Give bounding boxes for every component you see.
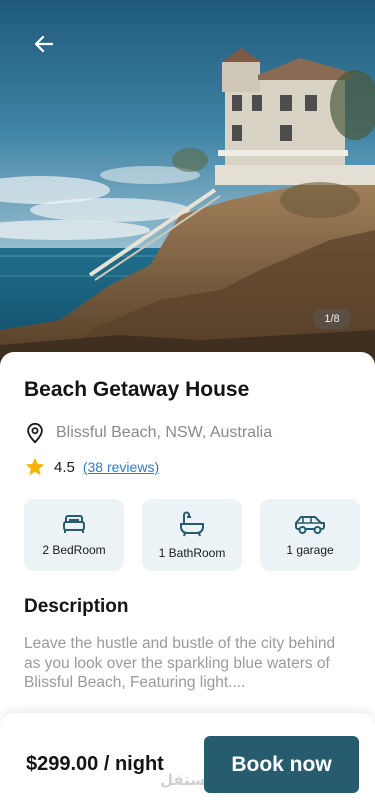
description-heading: Description: [24, 596, 129, 617]
price-per-night: $299.00 / night: [26, 753, 164, 775]
feature-bedroom: 2 BedRoom: [24, 499, 124, 571]
bathtub-icon: [180, 511, 204, 537]
rating-row: 4.5 (38 reviews): [24, 456, 159, 478]
feature-label-garage: 1 garage: [286, 543, 334, 557]
reviews-link[interactable]: (38 reviews): [83, 459, 159, 475]
arrow-left-icon: [35, 36, 53, 52]
car-icon: [295, 516, 325, 534]
features-row: 2 BedRoom 1 BathRoom 1 garage: [24, 499, 360, 571]
star-icon: [25, 457, 45, 476]
location-text: Blissful Beach, NSW, Australia: [56, 424, 273, 441]
location-pin-icon: [27, 422, 43, 444]
back-button[interactable]: [26, 28, 62, 60]
hero-image: 1/8: [0, 0, 375, 370]
feature-bathroom: 1 BathRoom: [142, 499, 242, 571]
feature-label-bathroom: 1 BathRoom: [158, 546, 226, 560]
description-text: Leave the hustle and bustle of the city …: [24, 635, 336, 691]
feature-garage: 1 garage: [260, 499, 360, 571]
location-row: Blissful Beach, NSW, Australia: [24, 422, 272, 444]
book-now-button[interactable]: Book now: [204, 736, 359, 793]
bed-icon: [63, 515, 85, 533]
rating-value: 4.5: [54, 458, 75, 476]
image-counter: 1/8: [313, 309, 351, 329]
feature-label-bedroom: 2 BedRoom: [42, 543, 106, 557]
listing-title: Beach Getaway House: [24, 378, 250, 401]
booking-bar: $299.00 / night مستقل Book now: [0, 713, 375, 812]
